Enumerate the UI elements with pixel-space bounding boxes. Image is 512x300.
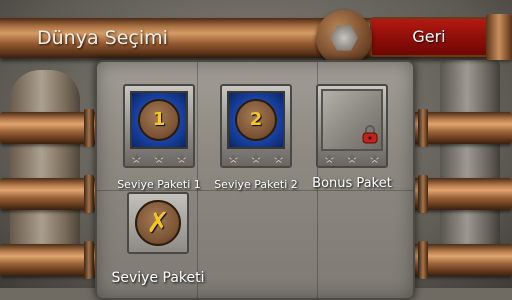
pack-stars: ★ ★ ★: [131, 152, 187, 164]
cross-icon: ✗: [146, 206, 170, 239]
dial-icon: 1: [138, 99, 180, 141]
star-icon: ★: [176, 151, 187, 165]
pack-screen: 1: [130, 91, 188, 149]
steam-tank-right: [440, 60, 500, 270]
page-title: Dünya Seçimi: [37, 27, 168, 49]
star-icon: ★: [324, 151, 335, 165]
extra-pack-label: Seviye Paketi: [111, 270, 205, 286]
star-icon: ★: [131, 151, 142, 165]
pack-frame: 1 ★ ★ ★: [123, 84, 195, 168]
star-icon: ★: [228, 151, 239, 165]
pack-frame: ★ ★ ★: [316, 84, 388, 168]
pack-screen: 2: [227, 91, 285, 149]
extra-level-pack-button[interactable]: ✗: [127, 192, 189, 254]
back-button[interactable]: Geri: [370, 17, 488, 57]
star-icon: ★: [153, 151, 165, 165]
pipe-end-cap: [486, 14, 512, 60]
star-icon: ★: [250, 151, 262, 165]
pack-number: 2: [249, 109, 263, 130]
steam-tank-left: [10, 70, 80, 270]
pack-number: 1: [152, 109, 166, 130]
valve-wheel-icon: [316, 10, 372, 66]
pipe-joint: [84, 175, 94, 213]
pipe-joint: [84, 241, 94, 279]
pack-label: Seviye Paketi 1: [117, 178, 201, 191]
valve-nut: [330, 25, 358, 51]
pack-stars: ★ ★ ★: [228, 152, 284, 164]
pipe-joint: [418, 175, 428, 213]
pipe-joint: [418, 241, 428, 279]
pipe-joint: [84, 109, 94, 147]
star-icon: ★: [346, 151, 358, 165]
star-icon: ★: [273, 151, 284, 165]
dial-icon: ✗: [135, 200, 181, 246]
pack-label: Bonus Paket: [312, 176, 392, 191]
padlock-icon: [362, 125, 378, 144]
pipe-joint: [418, 109, 428, 147]
star-icon: ★: [369, 151, 380, 165]
pack-frame: 2 ★ ★ ★: [220, 84, 292, 168]
dial-icon: 2: [235, 99, 277, 141]
pack-stars: ★ ★ ★: [324, 152, 380, 164]
pack-label: Seviye Paketi 2: [214, 178, 298, 191]
